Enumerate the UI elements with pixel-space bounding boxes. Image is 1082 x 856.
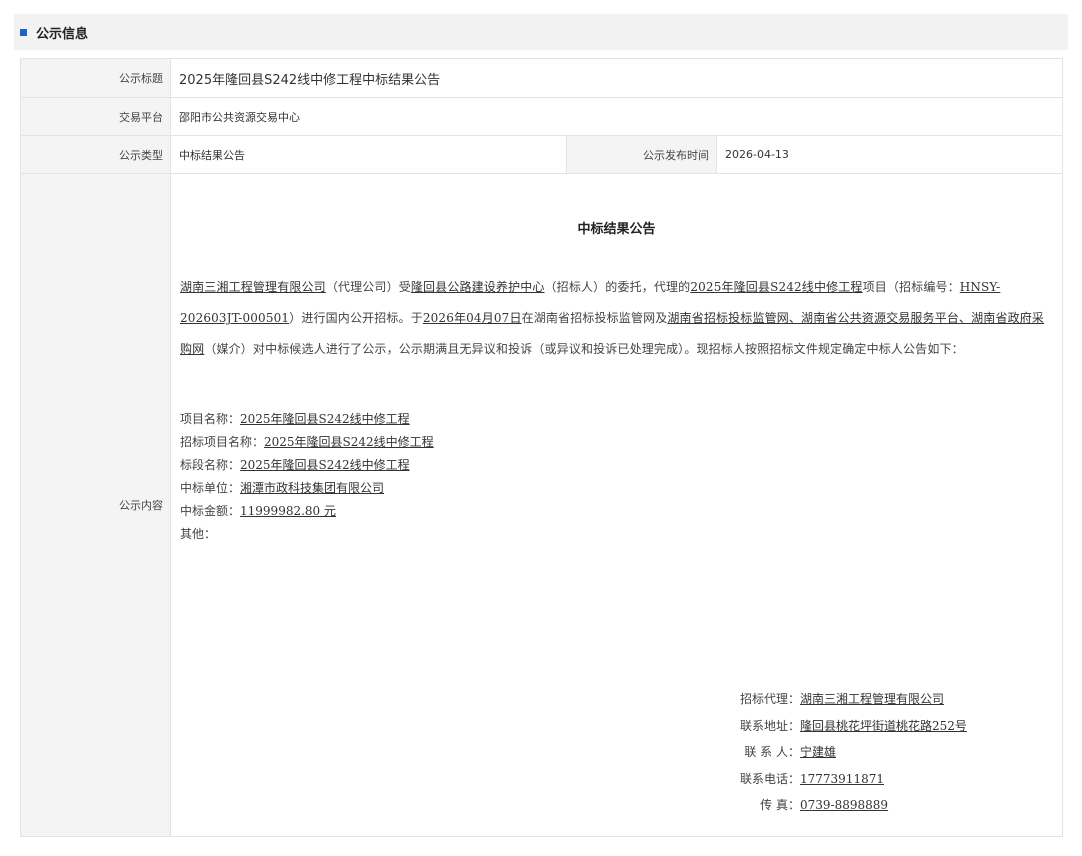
project-name-link[interactable]: 2025年隆回县S242线中修工程 bbox=[240, 412, 410, 426]
project-link[interactable]: 2025年隆回县S242线中修工程 bbox=[690, 280, 862, 294]
para-text: ）进行国内公开招标。于 bbox=[289, 311, 423, 325]
date-link[interactable]: 2026年04月07日 bbox=[423, 311, 522, 325]
contact-label: 联系地址： bbox=[739, 718, 800, 733]
publish-time-label: 公示发布时间 bbox=[566, 135, 717, 174]
bid-project-line: 招标项目名称：2025年隆回县S242线中修工程 bbox=[180, 431, 434, 454]
agent-link[interactable]: 湖南三湘工程管理有限公司 bbox=[800, 692, 944, 706]
content-cell: 中标结果公告 湖南三湘工程管理有限公司（代理公司）受隆回县公路建设养护中心（招标… bbox=[170, 173, 1063, 837]
agency-link[interactable]: 湖南三湘工程管理有限公司 bbox=[180, 280, 326, 294]
phone-link[interactable]: 17773911871 bbox=[800, 772, 884, 786]
publish-time-value: 2026-04-13 bbox=[716, 135, 1063, 174]
tenderer-link[interactable]: 隆回县公路建设养护中心 bbox=[411, 280, 545, 294]
address-link[interactable]: 隆回县桃花坪街道桃花路252号 bbox=[800, 719, 967, 733]
detail-label: 其他： bbox=[180, 527, 217, 541]
agent-row: 招标代理：湖南三湘工程管理有限公司 bbox=[728, 686, 967, 713]
detail-label: 标段名称： bbox=[180, 458, 241, 472]
title-value: 2025年隆回县S242线中修工程中标结果公告 bbox=[170, 58, 1063, 98]
winner-line: 中标单位：湘潭市政科技集团有限公司 bbox=[180, 477, 434, 500]
para-text: （招标人）的委托，代理的 bbox=[544, 280, 691, 294]
fax-link[interactable]: 0739-8898889 bbox=[800, 798, 888, 812]
detail-label: 招标项目名称： bbox=[180, 435, 265, 449]
fax-row: 传 真：0739-8898889 bbox=[728, 792, 967, 819]
contact-label: 联系电话： bbox=[739, 771, 800, 786]
content-label: 公示内容 bbox=[20, 173, 171, 837]
address-row: 联系地址：隆回县桃花坪街道桃花路252号 bbox=[728, 713, 967, 740]
type-label: 公示类型 bbox=[20, 135, 171, 174]
contact-label: 传 真： bbox=[760, 798, 800, 812]
amount-line: 中标金额：11999982.80 元 bbox=[180, 500, 434, 523]
platform-label: 交易平台 bbox=[20, 97, 171, 136]
title-label: 公示标题 bbox=[20, 58, 171, 98]
detail-label: 中标单位： bbox=[180, 481, 241, 495]
para-text: （媒介）对中标候选人进行了公示，公示期满且无异议和投诉（或异议和投诉已处理完成）… bbox=[204, 342, 964, 356]
table-row: 交易平台 邵阳市公共资源交易中心 bbox=[20, 97, 1063, 136]
table-row: 公示内容 中标结果公告 湖南三湘工程管理有限公司（代理公司）受隆回县公路建设养护… bbox=[20, 173, 1063, 837]
table-row: 公示类型 中标结果公告 公示发布时间 2026-04-13 bbox=[20, 135, 1063, 174]
bid-project-link[interactable]: 2025年隆回县S242线中修工程 bbox=[264, 435, 434, 449]
phone-row: 联系电话：17773911871 bbox=[728, 766, 967, 793]
detail-label: 中标金额： bbox=[180, 504, 241, 518]
para-text: 在湖南省招标投标监管网及 bbox=[521, 311, 668, 325]
project-name-line: 项目名称：2025年隆回县S242线中修工程 bbox=[180, 408, 434, 431]
person-row: 联 系 人：宁建雄 bbox=[728, 739, 967, 766]
detail-lines: 项目名称：2025年隆回县S242线中修工程 招标项目名称：2025年隆回县S2… bbox=[180, 408, 434, 546]
content-heading: 中标结果公告 bbox=[577, 222, 656, 237]
platform-value: 邵阳市公共资源交易中心 bbox=[170, 97, 1063, 136]
notice-panel: 公示信息 公示标题 2025年隆回县S242线中修工程中标结果公告 交易平台 邵… bbox=[14, 14, 1068, 837]
contact-block: 招标代理：湖南三湘工程管理有限公司 联系地址：隆回县桃花坪街道桃花路252号 联… bbox=[728, 686, 967, 819]
amount-value: 11999982.80 元 bbox=[240, 504, 336, 518]
type-value: 中标结果公告 bbox=[170, 135, 567, 174]
table-row: 公示标题 2025年隆回县S242线中修工程中标结果公告 bbox=[20, 58, 1063, 98]
section-header: 公示信息 bbox=[14, 14, 1068, 50]
section-title: 公示信息 bbox=[36, 26, 89, 42]
contact-label: 招标代理： bbox=[739, 692, 800, 706]
contact-label: 联 系 人： bbox=[744, 745, 800, 759]
section-name-line: 标段名称：2025年隆回县S242线中修工程 bbox=[180, 454, 434, 477]
other-line: 其他： bbox=[180, 523, 434, 546]
detail-label: 项目名称： bbox=[180, 412, 241, 426]
info-table: 公示标题 2025年隆回县S242线中修工程中标结果公告 交易平台 邵阳市公共资… bbox=[20, 58, 1063, 837]
announcement-paragraph: 湖南三湘工程管理有限公司（代理公司）受隆回县公路建设养护中心（招标人）的委托，代… bbox=[180, 272, 1048, 365]
para-text: 项目（招标编号： bbox=[862, 280, 960, 294]
section-name-link[interactable]: 2025年隆回县S242线中修工程 bbox=[240, 458, 410, 472]
para-text: （代理公司）受 bbox=[325, 280, 411, 294]
square-bullet-icon bbox=[20, 28, 27, 36]
person-link[interactable]: 宁建雄 bbox=[800, 745, 836, 759]
winner-link[interactable]: 湘潭市政科技集团有限公司 bbox=[240, 481, 384, 495]
